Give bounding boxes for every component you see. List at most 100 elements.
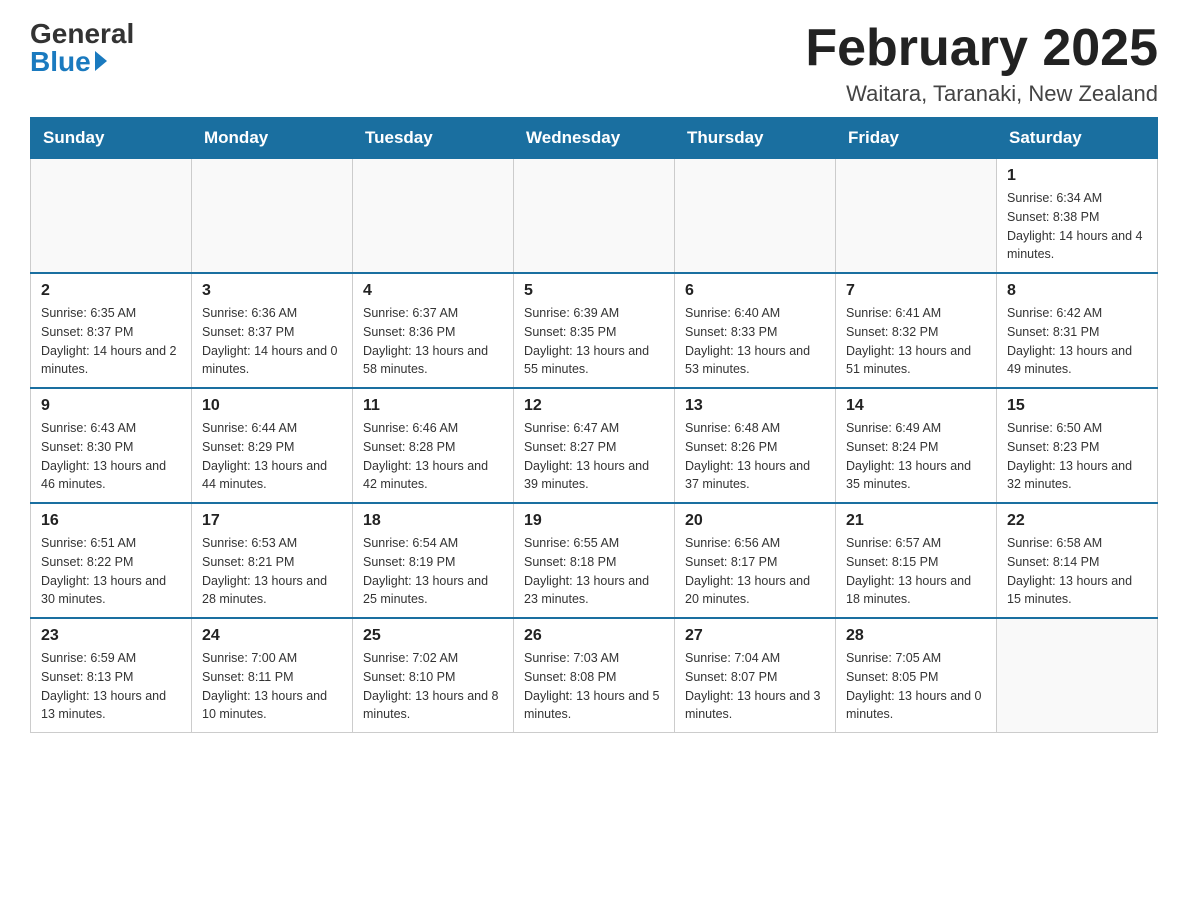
calendar-location: Waitara, Taranaki, New Zealand: [805, 81, 1158, 107]
day-info: Sunrise: 6:48 AM Sunset: 8:26 PM Dayligh…: [685, 419, 825, 494]
calendar-cell: 10 Sunrise: 6:44 AM Sunset: 8:29 PM Dayli…: [192, 388, 353, 503]
day-info: Sunrise: 6:57 AM Sunset: 8:15 PM Dayligh…: [846, 534, 986, 609]
day-info: Sunrise: 6:53 AM Sunset: 8:21 PM Dayligh…: [202, 534, 342, 609]
day-info: Sunrise: 6:41 AM Sunset: 8:32 PM Dayligh…: [846, 304, 986, 379]
calendar-cell: [997, 618, 1158, 733]
day-info: Sunrise: 6:58 AM Sunset: 8:14 PM Dayligh…: [1007, 534, 1147, 609]
day-info: Sunrise: 6:36 AM Sunset: 8:37 PM Dayligh…: [202, 304, 342, 379]
day-info: Sunrise: 7:00 AM Sunset: 8:11 PM Dayligh…: [202, 649, 342, 724]
day-number: 4: [363, 282, 503, 300]
day-number: 10: [202, 397, 342, 415]
day-number: 24: [202, 627, 342, 645]
day-number: 20: [685, 512, 825, 530]
calendar-cell: [31, 159, 192, 274]
day-number: 15: [1007, 397, 1147, 415]
day-number: 5: [524, 282, 664, 300]
day-number: 19: [524, 512, 664, 530]
day-info: Sunrise: 6:37 AM Sunset: 8:36 PM Dayligh…: [363, 304, 503, 379]
calendar-cell: 5 Sunrise: 6:39 AM Sunset: 8:35 PM Daylig…: [514, 273, 675, 388]
calendar-cell: [353, 159, 514, 274]
calendar-cell: 4 Sunrise: 6:37 AM Sunset: 8:36 PM Daylig…: [353, 273, 514, 388]
logo: General Blue: [30, 20, 134, 76]
calendar-cell: [836, 159, 997, 274]
calendar-week-row: 23Sunrise: 6:59 AM Sunset: 8:13 PM Dayli…: [31, 618, 1158, 733]
calendar-cell: 2Sunrise: 6:35 AM Sunset: 8:37 PM Daylig…: [31, 273, 192, 388]
title-section: February 2025 Waitara, Taranaki, New Zea…: [805, 20, 1158, 107]
day-number: 3: [202, 282, 342, 300]
day-number: 16: [41, 512, 181, 530]
calendar-week-row: 2Sunrise: 6:35 AM Sunset: 8:37 PM Daylig…: [31, 273, 1158, 388]
logo-general-text: General: [30, 20, 134, 48]
calendar-cell: 8Sunrise: 6:42 AM Sunset: 8:31 PM Daylig…: [997, 273, 1158, 388]
day-number: 23: [41, 627, 181, 645]
weekday-header-sunday: Sunday: [31, 118, 192, 159]
calendar-cell: 26Sunrise: 7:03 AM Sunset: 8:08 PM Dayli…: [514, 618, 675, 733]
page-header: General Blue February 2025 Waitara, Tara…: [30, 20, 1158, 107]
calendar-cell: 24 Sunrise: 7:00 AM Sunset: 8:11 PM Dayli…: [192, 618, 353, 733]
calendar-cell: 20 Sunrise: 6:56 AM Sunset: 8:17 PM Dayli…: [675, 503, 836, 618]
day-number: 1: [1007, 167, 1147, 185]
day-info: Sunrise: 6:34 AM Sunset: 8:38 PM Dayligh…: [1007, 189, 1147, 264]
calendar-cell: 15 Sunrise: 6:50 AM Sunset: 8:23 PM Dayli…: [997, 388, 1158, 503]
calendar-cell: 22 Sunrise: 6:58 AM Sunset: 8:14 PM Dayli…: [997, 503, 1158, 618]
day-number: 12: [524, 397, 664, 415]
day-info: Sunrise: 6:42 AM Sunset: 8:31 PM Dayligh…: [1007, 304, 1147, 379]
day-info: Sunrise: 6:40 AM Sunset: 8:33 PM Dayligh…: [685, 304, 825, 379]
day-info: Sunrise: 7:02 AM Sunset: 8:10 PM Dayligh…: [363, 649, 503, 724]
calendar-week-row: 9Sunrise: 6:43 AM Sunset: 8:30 PM Daylig…: [31, 388, 1158, 503]
weekday-header-thursday: Thursday: [675, 118, 836, 159]
calendar-cell: 1 Sunrise: 6:34 AM Sunset: 8:38 PM Daylig…: [997, 159, 1158, 274]
calendar-cell: 19 Sunrise: 6:55 AM Sunset: 8:18 PM Dayli…: [514, 503, 675, 618]
day-number: 2: [41, 282, 181, 300]
day-number: 26: [524, 627, 664, 645]
day-number: 13: [685, 397, 825, 415]
weekday-header-friday: Friday: [836, 118, 997, 159]
day-info: Sunrise: 6:55 AM Sunset: 8:18 PM Dayligh…: [524, 534, 664, 609]
calendar-cell: [192, 159, 353, 274]
day-number: 25: [363, 627, 503, 645]
calendar-cell: 12 Sunrise: 6:47 AM Sunset: 8:27 PM Dayli…: [514, 388, 675, 503]
logo-triangle-icon: [95, 51, 107, 71]
day-number: 21: [846, 512, 986, 530]
day-info: Sunrise: 6:54 AM Sunset: 8:19 PM Dayligh…: [363, 534, 503, 609]
calendar-cell: 14Sunrise: 6:49 AM Sunset: 8:24 PM Dayli…: [836, 388, 997, 503]
day-info: Sunrise: 6:46 AM Sunset: 8:28 PM Dayligh…: [363, 419, 503, 494]
day-info: Sunrise: 6:50 AM Sunset: 8:23 PM Dayligh…: [1007, 419, 1147, 494]
calendar-table: SundayMondayTuesdayWednesdayThursdayFrid…: [30, 117, 1158, 733]
day-number: 27: [685, 627, 825, 645]
calendar-cell: 18 Sunrise: 6:54 AM Sunset: 8:19 PM Dayli…: [353, 503, 514, 618]
calendar-cell: 11 Sunrise: 6:46 AM Sunset: 8:28 PM Dayli…: [353, 388, 514, 503]
calendar-cell: 28 Sunrise: 7:05 AM Sunset: 8:05 PM Dayli…: [836, 618, 997, 733]
day-number: 22: [1007, 512, 1147, 530]
weekday-header-monday: Monday: [192, 118, 353, 159]
calendar-cell: 7 Sunrise: 6:41 AM Sunset: 8:32 PM Daylig…: [836, 273, 997, 388]
day-info: Sunrise: 6:44 AM Sunset: 8:29 PM Dayligh…: [202, 419, 342, 494]
weekday-header-tuesday: Tuesday: [353, 118, 514, 159]
calendar-title: February 2025: [805, 20, 1158, 77]
day-number: 9: [41, 397, 181, 415]
calendar-cell: 17 Sunrise: 6:53 AM Sunset: 8:21 PM Dayli…: [192, 503, 353, 618]
day-number: 7: [846, 282, 986, 300]
day-info: Sunrise: 7:04 AM Sunset: 8:07 PM Dayligh…: [685, 649, 825, 724]
logo-blue-text: Blue: [30, 48, 107, 76]
calendar-cell: 9Sunrise: 6:43 AM Sunset: 8:30 PM Daylig…: [31, 388, 192, 503]
day-number: 28: [846, 627, 986, 645]
day-number: 18: [363, 512, 503, 530]
calendar-week-row: 16 Sunrise: 6:51 AM Sunset: 8:22 PM Dayli…: [31, 503, 1158, 618]
day-info: Sunrise: 6:39 AM Sunset: 8:35 PM Dayligh…: [524, 304, 664, 379]
day-number: 6: [685, 282, 825, 300]
day-number: 17: [202, 512, 342, 530]
day-info: Sunrise: 7:05 AM Sunset: 8:05 PM Dayligh…: [846, 649, 986, 724]
weekday-header-saturday: Saturday: [997, 118, 1158, 159]
day-info: Sunrise: 6:56 AM Sunset: 8:17 PM Dayligh…: [685, 534, 825, 609]
day-info: Sunrise: 6:47 AM Sunset: 8:27 PM Dayligh…: [524, 419, 664, 494]
calendar-cell: 21 Sunrise: 6:57 AM Sunset: 8:15 PM Dayli…: [836, 503, 997, 618]
calendar-cell: 13 Sunrise: 6:48 AM Sunset: 8:26 PM Dayli…: [675, 388, 836, 503]
calendar-cell: [675, 159, 836, 274]
calendar-cell: 16 Sunrise: 6:51 AM Sunset: 8:22 PM Dayli…: [31, 503, 192, 618]
day-number: 11: [363, 397, 503, 415]
calendar-cell: 3 Sunrise: 6:36 AM Sunset: 8:37 PM Daylig…: [192, 273, 353, 388]
day-info: Sunrise: 6:51 AM Sunset: 8:22 PM Dayligh…: [41, 534, 181, 609]
calendar-cell: 27 Sunrise: 7:04 AM Sunset: 8:07 PM Dayli…: [675, 618, 836, 733]
calendar-week-row: 1 Sunrise: 6:34 AM Sunset: 8:38 PM Daylig…: [31, 159, 1158, 274]
